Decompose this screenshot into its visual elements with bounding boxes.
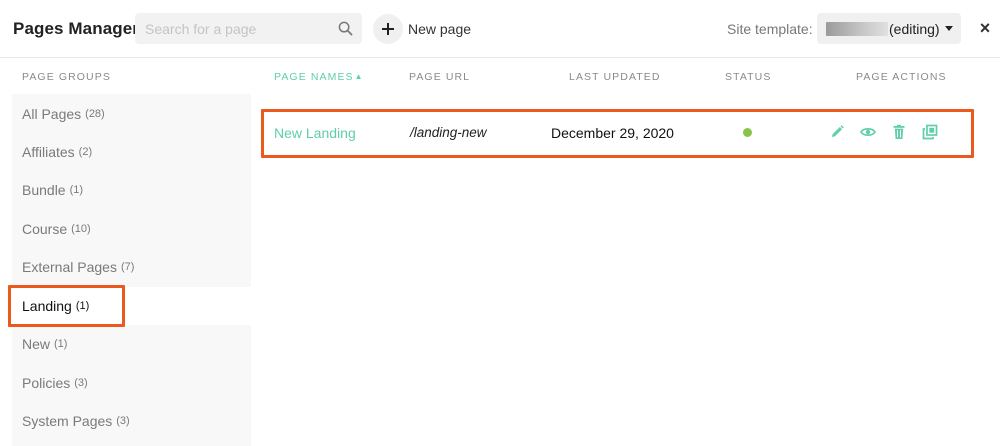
sidebar-item-count: (1) — [69, 184, 84, 196]
header-bar: Pages Manager New page Site template: (e… — [0, 0, 1000, 58]
sidebar-item-bundle[interactable]: Bundle (1) — [12, 171, 251, 209]
column-header-last-updated: LAST UPDATED — [569, 71, 661, 83]
sidebar-item-label: External Pages — [22, 259, 117, 275]
new-page-label[interactable]: New page — [408, 21, 471, 37]
search-input[interactable] — [135, 13, 335, 44]
site-template-label: Site template: — [727, 21, 813, 37]
column-header-status: STATUS — [725, 71, 772, 83]
sidebar-item-label: Affiliates — [22, 144, 75, 160]
sidebar-item-system-pages[interactable]: System Pages (3) — [12, 402, 251, 440]
sidebar-item-course[interactable]: Course (10) — [12, 210, 251, 248]
page-groups-sidebar: All Pages (28) Affiliates (2) Bundle (1)… — [12, 94, 251, 446]
sidebar-item-label: Landing — [22, 298, 72, 314]
sidebar-item-all-pages[interactable]: All Pages (28) — [12, 95, 251, 133]
duplicate-icon[interactable] — [922, 124, 938, 140]
sidebar-item-count: (1) — [54, 338, 68, 350]
delete-icon[interactable] — [891, 124, 907, 140]
last-updated: December 29, 2020 — [551, 125, 674, 141]
sidebar-item-count: (3) — [74, 377, 88, 389]
template-name-redacted — [826, 21, 888, 36]
page-url: /landing-new — [410, 125, 487, 140]
column-header-page-url: PAGE URL — [409, 71, 471, 83]
column-header-page-actions: PAGE ACTIONS — [856, 71, 947, 83]
search-box[interactable] — [135, 13, 362, 44]
template-value: (editing) — [889, 20, 940, 37]
new-page-button[interactable]: New page — [373, 13, 471, 44]
edit-icon[interactable] — [829, 124, 845, 140]
sidebar-item-count: (28) — [85, 108, 105, 120]
page-groups-heading: PAGE GROUPS — [22, 71, 111, 83]
column-header-page-names[interactable]: PAGE NAMES▲ — [274, 71, 364, 83]
caret-down-icon[interactable] — [944, 26, 953, 31]
close-button[interactable]: × — [976, 18, 994, 38]
page-name-link[interactable]: New Landing — [274, 125, 356, 141]
sidebar-item-affiliates[interactable]: Affiliates (2) — [12, 133, 251, 171]
sidebar-item-policies[interactable]: Policies (3) — [12, 364, 251, 402]
sidebar-item-label: System Pages — [22, 413, 113, 429]
sidebar-item-count: (3) — [116, 415, 130, 427]
sidebar-item-new[interactable]: New (1) — [12, 325, 251, 363]
site-template-select[interactable]: (editing) — [817, 13, 961, 44]
sidebar-item-label: Policies — [22, 375, 71, 391]
sidebar-item-count: (1) — [75, 300, 90, 312]
preview-icon[interactable] — [860, 124, 876, 140]
status-indicator-icon — [743, 128, 752, 137]
sidebar-item-label: All Pages — [22, 106, 82, 122]
sidebar-item-label: New — [22, 336, 51, 352]
app-title: Pages Manager — [13, 19, 140, 38]
sidebar-item-count: (10) — [71, 223, 91, 235]
search-icon[interactable] — [338, 21, 353, 36]
sort-ascending-icon: ▲ — [354, 72, 364, 81]
sidebar-item-count: (7) — [120, 261, 135, 273]
sidebar-item-landing[interactable]: Landing (1) — [12, 287, 251, 325]
sidebar-item-label: Course — [22, 221, 68, 237]
plus-icon[interactable] — [373, 13, 403, 44]
sidebar-item-label: Bundle — [22, 182, 66, 198]
sidebar-item-count: (2) — [78, 146, 93, 158]
column-header-label: PAGE NAMES — [274, 71, 354, 83]
sidebar-item-external-pages[interactable]: External Pages (7) — [12, 248, 251, 286]
